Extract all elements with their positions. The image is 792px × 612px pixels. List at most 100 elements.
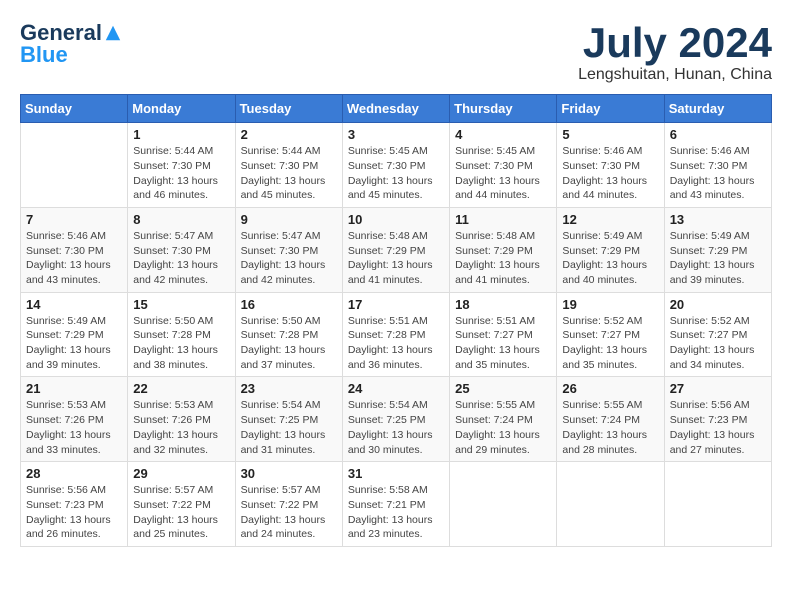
calendar-body: 1 Sunrise: 5:44 AMSunset: 7:30 PMDaylight…: [21, 123, 772, 547]
day-number: 10: [348, 212, 444, 227]
cell-info: Sunrise: 5:45 AMSunset: 7:30 PMDaylight:…: [348, 144, 444, 203]
calendar-cell: 20 Sunrise: 5:52 AMSunset: 7:27 PMDayligh…: [664, 292, 771, 377]
day-number: 2: [241, 127, 337, 142]
day-number: 16: [241, 297, 337, 312]
cell-info: Sunrise: 5:50 AMSunset: 7:28 PMDaylight:…: [241, 314, 337, 373]
cell-info: Sunrise: 5:56 AMSunset: 7:23 PMDaylight:…: [26, 483, 122, 542]
calendar-cell: 11 Sunrise: 5:48 AMSunset: 7:29 PMDayligh…: [450, 207, 557, 292]
cell-info: Sunrise: 5:57 AMSunset: 7:22 PMDaylight:…: [133, 483, 229, 542]
calendar-cell: 15Sunrise: 5:50 AMSunset: 7:28 PMDayligh…: [128, 292, 235, 377]
calendar-week-4: 21 Sunrise: 5:53 AMSunset: 7:26 PMDayligh…: [21, 377, 772, 462]
calendar-cell: [21, 123, 128, 208]
cell-info: Sunrise: 5:51 AMSunset: 7:27 PMDaylight:…: [455, 314, 551, 373]
cell-info: Sunrise: 5:46 AMSunset: 7:30 PMDaylight:…: [670, 144, 766, 203]
cell-info: Sunrise: 5:51 AMSunset: 7:28 PMDaylight:…: [348, 314, 444, 373]
day-number: 30: [241, 466, 337, 481]
calendar-cell: 19 Sunrise: 5:52 AMSunset: 7:27 PMDayligh…: [557, 292, 664, 377]
logo-icon: [104, 24, 122, 42]
calendar-cell: 9 Sunrise: 5:47 AMSunset: 7:30 PMDaylight…: [235, 207, 342, 292]
calendar-cell: 25 Sunrise: 5:55 AMSunset: 7:24 PMDayligh…: [450, 377, 557, 462]
cell-info: Sunrise: 5:54 AMSunset: 7:25 PMDaylight:…: [241, 398, 337, 457]
day-number: 18: [455, 297, 551, 312]
calendar-week-2: 7Sunrise: 5:46 AMSunset: 7:30 PMDaylight…: [21, 207, 772, 292]
day-number: 12: [562, 212, 658, 227]
page-header: General Blue July 2024 Lengshuitan, Huna…: [20, 20, 772, 84]
calendar-table: SundayMondayTuesdayWednesdayThursdayFrid…: [20, 94, 772, 547]
cell-info: Sunrise: 5:49 AMSunset: 7:29 PMDaylight:…: [26, 314, 122, 373]
calendar-week-1: 1 Sunrise: 5:44 AMSunset: 7:30 PMDaylight…: [21, 123, 772, 208]
day-number: 13: [670, 212, 766, 227]
calendar-cell: [664, 462, 771, 547]
cell-info: Sunrise: 5:57 AMSunset: 7:22 PMDaylight:…: [241, 483, 337, 542]
calendar-cell: 27Sunrise: 5:56 AMSunset: 7:23 PMDayligh…: [664, 377, 771, 462]
calendar-cell: 6Sunrise: 5:46 AMSunset: 7:30 PMDaylight…: [664, 123, 771, 208]
logo-blue-text: Blue: [20, 42, 68, 68]
calendar-cell: 23 Sunrise: 5:54 AMSunset: 7:25 PMDayligh…: [235, 377, 342, 462]
cell-info: Sunrise: 5:44 AMSunset: 7:30 PMDaylight:…: [241, 144, 337, 203]
day-number: 3: [348, 127, 444, 142]
day-number: 1: [133, 127, 229, 142]
day-number: 25: [455, 381, 551, 396]
day-number: 29: [133, 466, 229, 481]
logo: General Blue: [20, 20, 122, 68]
cell-info: Sunrise: 5:46 AMSunset: 7:30 PMDaylight:…: [562, 144, 658, 203]
day-number: 31: [348, 466, 444, 481]
cell-info: Sunrise: 5:50 AMSunset: 7:28 PMDaylight:…: [133, 314, 229, 373]
cell-info: Sunrise: 5:47 AMSunset: 7:30 PMDaylight:…: [241, 229, 337, 288]
day-number: 9: [241, 212, 337, 227]
cell-info: Sunrise: 5:55 AMSunset: 7:24 PMDaylight:…: [562, 398, 658, 457]
cell-info: Sunrise: 5:49 AMSunset: 7:29 PMDaylight:…: [670, 229, 766, 288]
calendar-cell: 30 Sunrise: 5:57 AMSunset: 7:22 PMDayligh…: [235, 462, 342, 547]
calendar-cell: 28 Sunrise: 5:56 AMSunset: 7:23 PMDayligh…: [21, 462, 128, 547]
cell-info: Sunrise: 5:48 AMSunset: 7:29 PMDaylight:…: [455, 229, 551, 288]
cell-info: Sunrise: 5:46 AMSunset: 7:30 PMDaylight:…: [26, 229, 122, 288]
column-header-tuesday: Tuesday: [235, 95, 342, 123]
calendar-header: SundayMondayTuesdayWednesdayThursdayFrid…: [21, 95, 772, 123]
day-number: 5: [562, 127, 658, 142]
calendar-cell: 5 Sunrise: 5:46 AMSunset: 7:30 PMDaylight…: [557, 123, 664, 208]
column-header-monday: Monday: [128, 95, 235, 123]
calendar-cell: 14Sunrise: 5:49 AMSunset: 7:29 PMDayligh…: [21, 292, 128, 377]
calendar-week-3: 14Sunrise: 5:49 AMSunset: 7:29 PMDayligh…: [21, 292, 772, 377]
calendar-cell: 17 Sunrise: 5:51 AMSunset: 7:28 PMDayligh…: [342, 292, 449, 377]
calendar-cell: 22Sunrise: 5:53 AMSunset: 7:26 PMDayligh…: [128, 377, 235, 462]
day-number: 20: [670, 297, 766, 312]
cell-info: Sunrise: 5:45 AMSunset: 7:30 PMDaylight:…: [455, 144, 551, 203]
column-header-wednesday: Wednesday: [342, 95, 449, 123]
calendar-cell: [557, 462, 664, 547]
calendar-cell: 8Sunrise: 5:47 AMSunset: 7:30 PMDaylight…: [128, 207, 235, 292]
calendar-cell: 31Sunrise: 5:58 AMSunset: 7:21 PMDayligh…: [342, 462, 449, 547]
calendar-cell: 4Sunrise: 5:45 AMSunset: 7:30 PMDaylight…: [450, 123, 557, 208]
cell-info: Sunrise: 5:47 AMSunset: 7:30 PMDaylight:…: [133, 229, 229, 288]
calendar-cell: 7Sunrise: 5:46 AMSunset: 7:30 PMDaylight…: [21, 207, 128, 292]
day-number: 23: [241, 381, 337, 396]
calendar-cell: 24 Sunrise: 5:54 AMSunset: 7:25 PMDayligh…: [342, 377, 449, 462]
day-number: 22: [133, 381, 229, 396]
month-title: July 2024: [578, 20, 772, 66]
cell-info: Sunrise: 5:52 AMSunset: 7:27 PMDaylight:…: [562, 314, 658, 373]
cell-info: Sunrise: 5:49 AMSunset: 7:29 PMDaylight:…: [562, 229, 658, 288]
cell-info: Sunrise: 5:55 AMSunset: 7:24 PMDaylight:…: [455, 398, 551, 457]
cell-info: Sunrise: 5:54 AMSunset: 7:25 PMDaylight:…: [348, 398, 444, 457]
cell-info: Sunrise: 5:52 AMSunset: 7:27 PMDaylight:…: [670, 314, 766, 373]
cell-info: Sunrise: 5:56 AMSunset: 7:23 PMDaylight:…: [670, 398, 766, 457]
column-header-thursday: Thursday: [450, 95, 557, 123]
day-number: 21: [26, 381, 122, 396]
calendar-cell: 10 Sunrise: 5:48 AMSunset: 7:29 PMDayligh…: [342, 207, 449, 292]
column-header-saturday: Saturday: [664, 95, 771, 123]
cell-info: Sunrise: 5:53 AMSunset: 7:26 PMDaylight:…: [26, 398, 122, 457]
day-number: 28: [26, 466, 122, 481]
column-header-sunday: Sunday: [21, 95, 128, 123]
cell-info: Sunrise: 5:44 AMSunset: 7:30 PMDaylight:…: [133, 144, 229, 203]
cell-info: Sunrise: 5:48 AMSunset: 7:29 PMDaylight:…: [348, 229, 444, 288]
calendar-cell: 29 Sunrise: 5:57 AMSunset: 7:22 PMDayligh…: [128, 462, 235, 547]
calendar-cell: [450, 462, 557, 547]
calendar-cell: 1 Sunrise: 5:44 AMSunset: 7:30 PMDaylight…: [128, 123, 235, 208]
day-number: 24: [348, 381, 444, 396]
calendar-cell: 16 Sunrise: 5:50 AMSunset: 7:28 PMDayligh…: [235, 292, 342, 377]
day-number: 19: [562, 297, 658, 312]
calendar-cell: 12 Sunrise: 5:49 AMSunset: 7:29 PMDayligh…: [557, 207, 664, 292]
day-number: 11: [455, 212, 551, 227]
day-number: 17: [348, 297, 444, 312]
title-block: July 2024 Lengshuitan, Hunan, China: [578, 20, 772, 84]
